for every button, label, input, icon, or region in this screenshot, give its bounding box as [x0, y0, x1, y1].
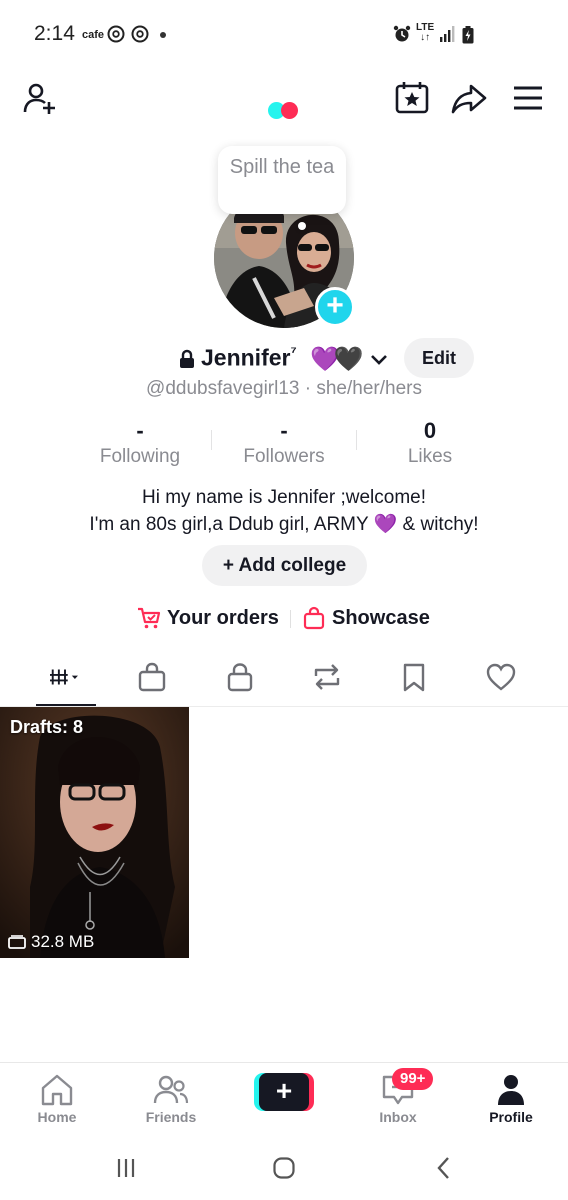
stat-following[interactable]: - Following [68, 418, 212, 468]
create-plus-icon: + [259, 1073, 309, 1111]
nav-label: Friends [145, 1109, 197, 1125]
stat-label: Followers [243, 446, 325, 467]
cart-icon [138, 607, 161, 629]
favorites-bookmark-icon[interactable] [399, 662, 429, 692]
home-button-icon[interactable] [272, 1156, 296, 1180]
note-bubble-tail [298, 222, 306, 230]
stat-value: - [136, 418, 144, 443]
signal-icon [440, 26, 455, 42]
add-college-button[interactable]: + Add college [202, 545, 367, 586]
active-tab-indicator [36, 704, 96, 706]
profile-name: Jennifer⁷ [201, 344, 297, 371]
shop-bag-icon[interactable] [137, 662, 167, 692]
status-app-label: cafe [82, 29, 105, 41]
recent-apps-icon[interactable] [114, 1156, 138, 1180]
name-emoji: 💜🖤 [310, 346, 364, 373]
divider [356, 430, 357, 450]
friends-icon [153, 1075, 189, 1104]
status-bar: 2:14 cafe LTE ↓↑ [0, 0, 568, 70]
stat-value: - [280, 418, 288, 443]
nav-label: Profile [489, 1109, 533, 1125]
private-lock-icon[interactable] [225, 662, 255, 692]
draft-size-label: 32.8 MB [31, 932, 95, 951]
profile-handle: @ddubsfavegirl13 · she/her/hers [146, 378, 422, 399]
shopping-bag-icon [303, 606, 325, 630]
note-text: Spill the tea [229, 156, 335, 178]
lte-icon: LTE ↓↑ [416, 22, 435, 43]
back-icon[interactable] [432, 1156, 456, 1180]
tiktok-logo [268, 102, 300, 120]
drafts-tile[interactable]: Drafts: 8 32.8 MB [0, 707, 189, 958]
profile-links-row: Your orders Showcase [0, 602, 568, 636]
inbox-badge: 99+ [392, 1068, 434, 1090]
edit-profile-button[interactable]: Edit [404, 338, 474, 378]
nav-friends[interactable]: Friends [114, 1063, 228, 1139]
drafts-count-label: Drafts: 8 [10, 717, 84, 737]
nav-label: Home [37, 1109, 77, 1125]
divider [290, 610, 291, 628]
nav-home[interactable]: Home [0, 1063, 114, 1139]
stat-label: Following [99, 446, 181, 467]
storage-icon [8, 935, 26, 949]
battery-icon [462, 26, 474, 44]
notification-dot [160, 32, 166, 38]
content-tab-bar [0, 652, 568, 707]
calendar-star-icon[interactable] [394, 80, 430, 116]
name-row: Jennifer⁷ 💜🖤 [0, 340, 568, 380]
your-orders-link[interactable]: Your orders [167, 607, 279, 630]
create-button[interactable]: + [254, 1073, 314, 1111]
system-nav-bar [0, 1138, 568, 1200]
nav-label: Inbox [379, 1109, 417, 1125]
home-icon [41, 1074, 73, 1106]
avatar-add-button[interactable]: + [315, 287, 355, 327]
nav-profile[interactable]: Profile [454, 1063, 568, 1139]
videos-grid-icon[interactable] [50, 662, 80, 692]
threads-icon [131, 25, 149, 43]
liked-heart-icon[interactable] [486, 662, 516, 692]
menu-icon[interactable] [510, 80, 546, 116]
chevron-down-icon[interactable] [370, 354, 388, 366]
note-bubble[interactable]: Spill the tea [218, 146, 346, 214]
stats-row: - Following - Followers 0 Likes [68, 418, 500, 474]
share-icon[interactable] [451, 80, 487, 116]
stat-label: Likes [407, 446, 453, 467]
showcase-link[interactable]: Showcase [332, 607, 430, 630]
alarm-icon [393, 25, 411, 42]
profile-bio: Hi my name is Jennifer ;welcome! I'm an … [0, 484, 568, 538]
draft-thumbnail [0, 707, 189, 958]
lock-icon [180, 349, 194, 368]
status-time: 2:14 [34, 22, 75, 45]
profile-icon [498, 1075, 524, 1105]
stat-value: 0 [423, 418, 437, 443]
repost-icon[interactable] [312, 662, 342, 692]
bio-line: Hi my name is Jennifer ;welcome! [141, 487, 427, 508]
threads-icon [107, 25, 125, 43]
stat-followers[interactable]: - Followers [212, 418, 356, 468]
add-friend-icon[interactable] [22, 80, 58, 116]
bio-line: I'm an 80s girl,a Ddub girl, ARMY 💜 & wi… [89, 514, 479, 535]
stat-likes[interactable]: 0 Likes [358, 418, 502, 468]
bottom-nav: Home Friends + Inbox 99+ Profile [0, 1062, 568, 1138]
top-nav [0, 70, 568, 130]
